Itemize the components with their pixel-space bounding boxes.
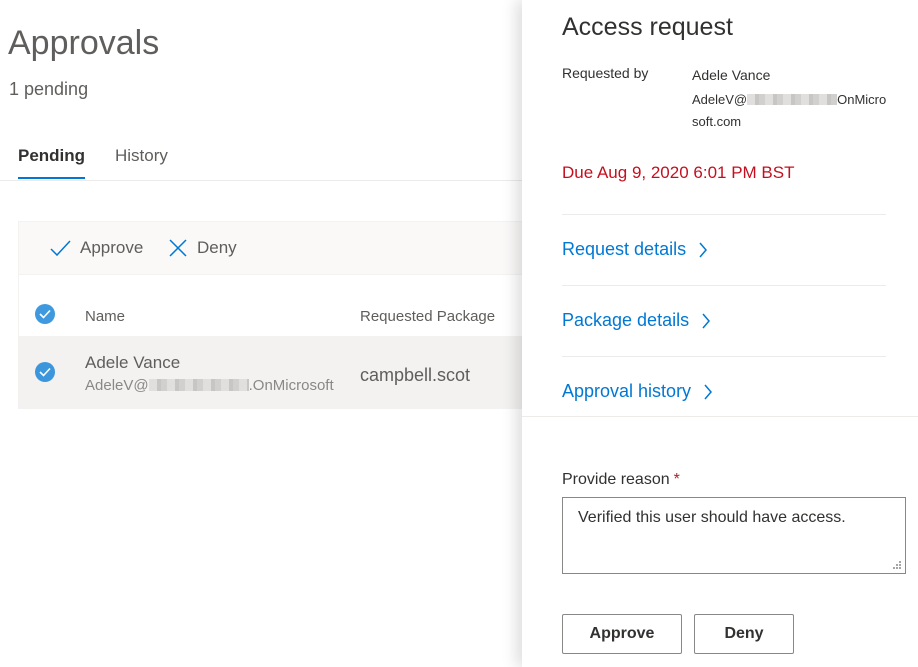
row-requester-email: AdeleV@ .OnMicrosoft (85, 377, 334, 394)
request-details-link[interactable]: Request details (562, 239, 708, 260)
package-details-link[interactable]: Package details (562, 310, 711, 331)
approvals-page: Approvals 1 pending Pending History Appr… (0, 0, 523, 667)
reason-textarea[interactable]: Verified this user should have access. (562, 497, 906, 574)
requester-name: Adele Vance (692, 67, 771, 83)
approve-command[interactable]: Approve (50, 236, 143, 260)
column-header-name[interactable]: Name (85, 308, 125, 325)
reason-value: Verified this user should have access. (578, 509, 846, 526)
checkmark-circle-icon (35, 304, 55, 324)
deny-command-label: Deny (197, 238, 237, 257)
divider (562, 356, 886, 357)
package-details-label: Package details (562, 310, 690, 330)
tab-pending[interactable]: Pending (18, 146, 85, 166)
command-bar: Approve Deny (19, 222, 523, 275)
cancel-icon (169, 239, 187, 257)
reason-label-text: Provide reason (562, 471, 670, 488)
approval-history-link[interactable]: Approval history (562, 381, 713, 402)
required-marker: * (673, 471, 680, 488)
approve-command-label: Approve (80, 238, 144, 257)
divider (562, 214, 886, 215)
table-header: Name Requested Package (19, 295, 523, 337)
chevron-right-icon (699, 242, 708, 257)
redacted-domain (148, 379, 249, 391)
requested-by-label: Requested by (562, 65, 649, 81)
active-tab-indicator (18, 177, 85, 179)
table-row[interactable]: Adele Vance AdeleV@ .OnMicrosoft campbell… (19, 336, 523, 408)
divider (562, 285, 886, 286)
requester-email: AdeleV@ OnMicrosoft.com (692, 89, 892, 133)
email-suffix: .OnMicrosoft (248, 377, 334, 394)
reason-label: Provide reason * (562, 471, 680, 489)
request-details-label: Request details (562, 239, 687, 259)
tab-history[interactable]: History (115, 146, 168, 166)
approvals-list: Approve Deny Name Requested Package Adel… (18, 221, 523, 409)
panel-title: Access request (562, 13, 733, 41)
select-all-checkbox[interactable] (35, 304, 55, 324)
redacted-domain (747, 94, 838, 105)
approve-button[interactable]: Approve (562, 614, 682, 654)
row-checkbox[interactable] (35, 362, 55, 382)
checkmark-icon (50, 240, 71, 257)
row-requester-name: Adele Vance (85, 353, 181, 372)
column-header-requested-package[interactable]: Requested Package (360, 308, 495, 325)
deny-button[interactable]: Deny (694, 614, 794, 654)
email-prefix: AdeleV@ (692, 92, 748, 107)
deny-command[interactable]: Deny (168, 236, 237, 260)
email-prefix: AdeleV@ (85, 377, 149, 394)
row-requested-package: campbell.scot (360, 365, 471, 385)
access-request-panel: Access request Requested by Adele Vance … (522, 0, 918, 667)
chevron-right-icon (704, 384, 713, 399)
chevron-right-icon (702, 313, 711, 328)
checkmark-circle-icon (35, 362, 55, 382)
section-divider (522, 416, 918, 417)
approval-history-label: Approval history (562, 381, 692, 401)
pending-count: 1 pending (9, 79, 89, 99)
resize-grip-icon[interactable] (892, 560, 902, 570)
due-date: Due Aug 9, 2020 6:01 PM BST (562, 163, 795, 182)
tab-bar: Pending History (0, 140, 522, 181)
page-title: Approvals (8, 24, 160, 62)
